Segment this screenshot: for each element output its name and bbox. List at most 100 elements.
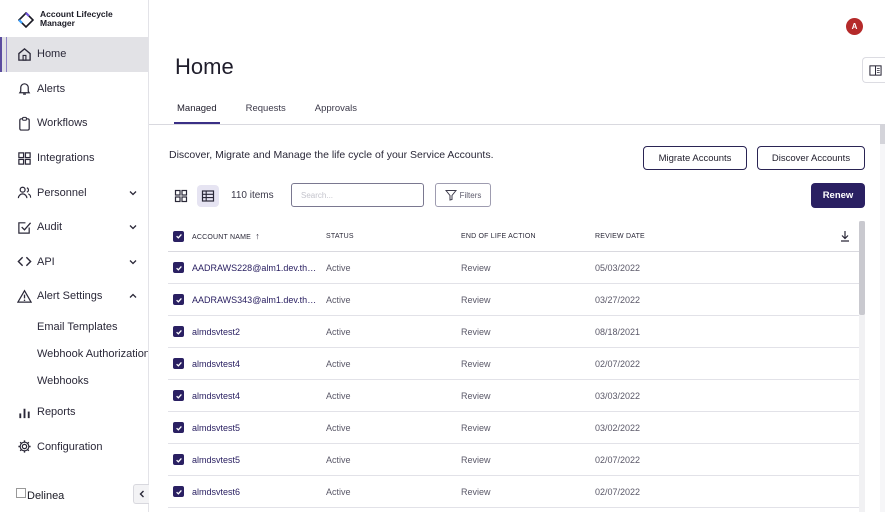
tab-approvals[interactable]: Approvals xyxy=(312,103,360,124)
row-checkbox[interactable] xyxy=(173,294,184,305)
sidebar-subitem-email-templates[interactable]: Email Templates xyxy=(0,314,148,341)
end-of-life-action-cell: Review xyxy=(461,326,491,337)
sidebar-item-home[interactable]: Home xyxy=(0,37,148,72)
search-input[interactable] xyxy=(291,183,424,207)
check-icon xyxy=(175,265,182,271)
status-cell: Active xyxy=(326,454,351,465)
check-icon xyxy=(175,457,182,463)
tab-managed[interactable]: Managed xyxy=(174,103,220,124)
table-row[interactable]: almdsvtest5 Active Review 02/07/2022 xyxy=(168,444,859,476)
sidebar-item-label: Integrations xyxy=(37,152,95,165)
table-scrollbar-thumb[interactable] xyxy=(859,221,865,315)
table-scrollbar[interactable] xyxy=(859,221,865,512)
sidebar-item-label: Alerts xyxy=(37,82,66,95)
review-date-cell: 03/03/2022 xyxy=(595,390,641,401)
migrate-accounts-button[interactable]: Migrate Accounts xyxy=(643,146,747,170)
grid-view-icon xyxy=(174,189,188,203)
sidebar-item-reports[interactable]: Reports xyxy=(0,395,148,430)
account-name-link[interactable]: almdsvtest4 xyxy=(192,391,320,401)
check-icon xyxy=(175,425,182,431)
sidebar-item-alert-settings[interactable]: Alert Settings xyxy=(0,279,148,314)
bell-icon xyxy=(16,81,32,97)
table-row[interactable]: almdsvtest2 Active Review 08/18/2021 xyxy=(168,316,859,348)
grid-view-button[interactable] xyxy=(170,185,192,207)
account-name-link[interactable]: almdsvtest2 xyxy=(192,327,320,337)
sidebar-nav: Home Alerts Workflows Integrations Perso… xyxy=(0,37,148,464)
clipboard-icon xyxy=(16,115,32,131)
account-name-link[interactable]: AADRAWS228@alm1.dev.thycotic.com xyxy=(192,263,320,273)
status-cell: Active xyxy=(326,422,351,433)
sidebar-subitem-webhooks[interactable]: Webhooks xyxy=(0,368,148,395)
warning-icon xyxy=(16,288,32,304)
app-logo[interactable]: Account Lifecycle Manager xyxy=(17,10,130,29)
sort-ascending-icon: ↑ xyxy=(255,231,260,241)
sidebar-item-label: API xyxy=(37,255,55,268)
sidebar-item-label: Audit xyxy=(37,221,63,234)
row-checkbox[interactable] xyxy=(173,262,184,273)
renew-button[interactable]: Renew xyxy=(811,183,865,208)
logo-icon xyxy=(17,11,35,29)
review-date-cell: 03/27/2022 xyxy=(595,294,641,305)
page-scrollbar[interactable] xyxy=(880,124,885,512)
chevron-up-icon xyxy=(129,294,137,299)
column-header-account-name[interactable]: ACCOUNT NAME ↑ xyxy=(192,231,326,241)
row-checkbox[interactable] xyxy=(173,454,184,465)
sidebar-item-api[interactable]: API xyxy=(0,245,148,280)
sidebar-item-integrations[interactable]: Integrations xyxy=(0,141,148,176)
account-name-link[interactable]: almdsvtest4 xyxy=(192,359,320,369)
status-cell: Active xyxy=(326,294,351,305)
chevron-down-icon xyxy=(129,225,137,230)
row-checkbox[interactable] xyxy=(173,326,184,337)
account-name-link[interactable]: almdsvtest6 xyxy=(192,487,320,497)
filters-button[interactable]: Filters xyxy=(435,183,491,207)
table-row[interactable]: AADRAWS228@alm1.dev.thycotic.com Active Re… xyxy=(168,252,859,284)
sidebar-item-alerts[interactable]: Alerts xyxy=(0,72,148,107)
column-header-review-date[interactable]: REVIEW DATE xyxy=(595,233,815,240)
row-checkbox[interactable] xyxy=(173,486,184,497)
discover-accounts-button[interactable]: Discover Accounts xyxy=(757,146,865,170)
status-cell: Active xyxy=(326,358,351,369)
sidebar-item-configuration[interactable]: Configuration xyxy=(0,429,148,464)
status-cell: Active xyxy=(326,486,351,497)
account-name-link[interactable]: AADRAWS343@alm1.dev.thycotic.com xyxy=(192,295,320,305)
sidebar-item-personnel[interactable]: Personnel xyxy=(0,175,148,210)
sidebar-item-label: Personnel xyxy=(37,186,87,199)
user-avatar[interactable]: A xyxy=(846,18,863,35)
table-view-button[interactable] xyxy=(197,185,219,207)
table-row[interactable]: almdsvtest6 Active Review 02/07/2022 xyxy=(168,476,859,508)
sidebar-item-workflows[interactable]: Workflows xyxy=(0,106,148,141)
sidebar-item-label: Home xyxy=(37,48,67,61)
account-name-link[interactable]: almdsvtest5 xyxy=(192,455,320,465)
table-row[interactable]: almdsvtest4 Active Review 03/03/2022 xyxy=(168,380,859,412)
download-button[interactable] xyxy=(815,230,855,242)
table-row[interactable]: almdsvtest5 Active Review 03/02/2022 xyxy=(168,412,859,444)
side-panel-toggle-button[interactable] xyxy=(862,57,885,83)
column-header-end-of-life-action[interactable]: END OF LIFE ACTION xyxy=(461,233,595,240)
end-of-life-action-cell: Review xyxy=(461,390,491,401)
row-checkbox[interactable] xyxy=(173,390,184,401)
table-row[interactable]: almdsvtest4 Active Review 02/07/2022 xyxy=(168,348,859,380)
page-scrollbar-thumb[interactable] xyxy=(880,124,885,144)
page-title: Home xyxy=(175,54,234,79)
table-row[interactable]: AADRAWS343@alm1.dev.thycotic.com Active Re… xyxy=(168,284,859,316)
table-header: ACCOUNT NAME ↑ STATUS END OF LIFE ACTION… xyxy=(168,221,859,252)
review-date-cell: 03/02/2022 xyxy=(595,422,641,433)
sidebar-item-audit[interactable]: Audit xyxy=(0,210,148,245)
collapse-sidebar-button[interactable] xyxy=(133,484,149,504)
select-all-checkbox[interactable] xyxy=(173,230,184,242)
row-checkbox[interactable] xyxy=(173,422,184,433)
chevron-down-icon xyxy=(129,259,137,265)
gear-icon xyxy=(16,439,32,455)
check-icon xyxy=(175,297,182,303)
row-checkbox[interactable] xyxy=(173,358,184,369)
account-name-link[interactable]: almdsvtest5 xyxy=(192,423,320,433)
filter-icon xyxy=(444,190,457,201)
checkbox-icon xyxy=(16,219,32,235)
sidebar-item-label: Reports xyxy=(37,406,76,419)
column-header-status[interactable]: STATUS xyxy=(326,233,461,240)
accounts-table: ACCOUNT NAME ↑ STATUS END OF LIFE ACTION… xyxy=(168,221,859,508)
tab-requests[interactable]: Requests xyxy=(243,103,289,124)
sidebar-subitem-webhook-authorizations[interactable]: Webhook Authorizations xyxy=(0,341,148,368)
home-icon xyxy=(16,46,32,62)
end-of-life-action-cell: Review xyxy=(461,358,491,369)
